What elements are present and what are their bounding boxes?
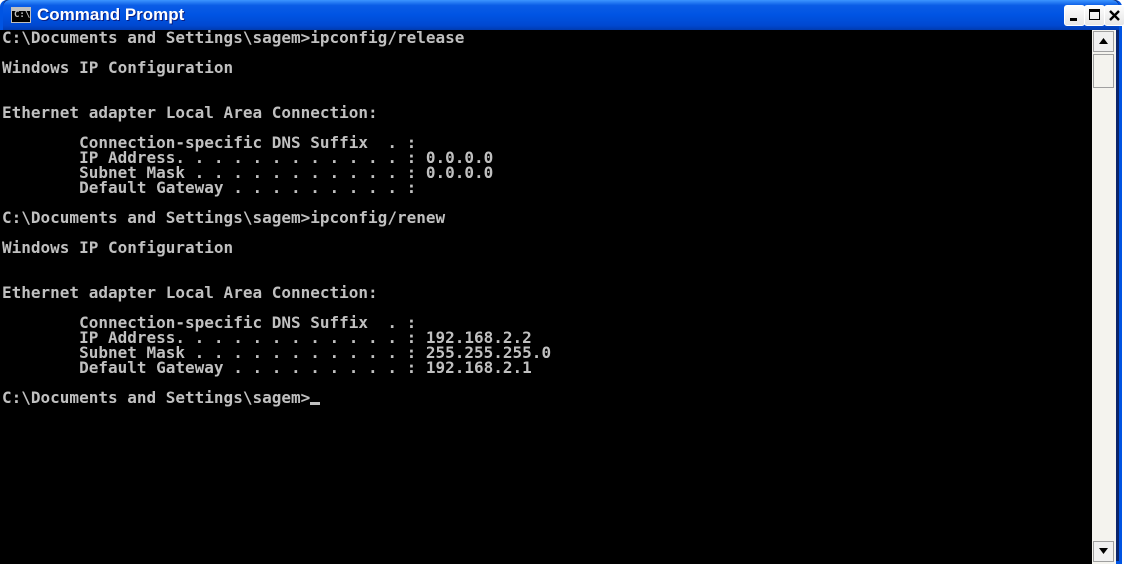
- console-line: Ethernet adapter Local Area Connection:: [2, 103, 378, 122]
- console-output[interactable]: C:\Documents and Settings\sagem>ipconfig…: [0, 30, 1092, 564]
- console-icon[interactable]: C:\: [11, 7, 31, 23]
- console-line: C:\Documents and Settings\sagem>ipconfig…: [2, 208, 446, 227]
- console-text: C:\Documents and Settings\sagem>ipconfig…: [0, 30, 1092, 407]
- text-cursor: [310, 402, 321, 405]
- window-title: Command Prompt: [37, 5, 185, 24]
- scrollbar-thumb[interactable]: [1093, 54, 1114, 88]
- minimize-button[interactable]: [1064, 5, 1085, 26]
- console-line: Windows IP Configuration: [2, 58, 234, 77]
- scroll-up-button[interactable]: [1093, 31, 1114, 52]
- console-line: Default Gateway . . . . . . . . . :: [2, 178, 417, 197]
- scroll-down-button[interactable]: [1093, 541, 1114, 562]
- prompt-text: C:\Documents and Settings\sagem>: [2, 388, 311, 407]
- close-button[interactable]: [1104, 5, 1125, 26]
- prompt-line: C:\Documents and Settings\sagem>: [2, 388, 1092, 407]
- console-line: C:\Documents and Settings\sagem>ipconfig…: [2, 30, 465, 47]
- arrow-up-icon: [1099, 38, 1108, 44]
- maximize-button[interactable]: [1084, 5, 1105, 26]
- console-line: Windows IP Configuration: [2, 238, 234, 257]
- vertical-scrollbar[interactable]: [1092, 30, 1116, 564]
- title-bar[interactable]: C:\ Command Prompt: [3, 0, 1125, 30]
- console-line: Ethernet adapter Local Area Connection:: [2, 283, 378, 302]
- console-line: Default Gateway . . . . . . . . . : 192.…: [2, 358, 532, 377]
- console-icon-label: C:\: [14, 10, 31, 20]
- close-icon: [1109, 10, 1120, 21]
- arrow-down-icon: [1099, 548, 1108, 554]
